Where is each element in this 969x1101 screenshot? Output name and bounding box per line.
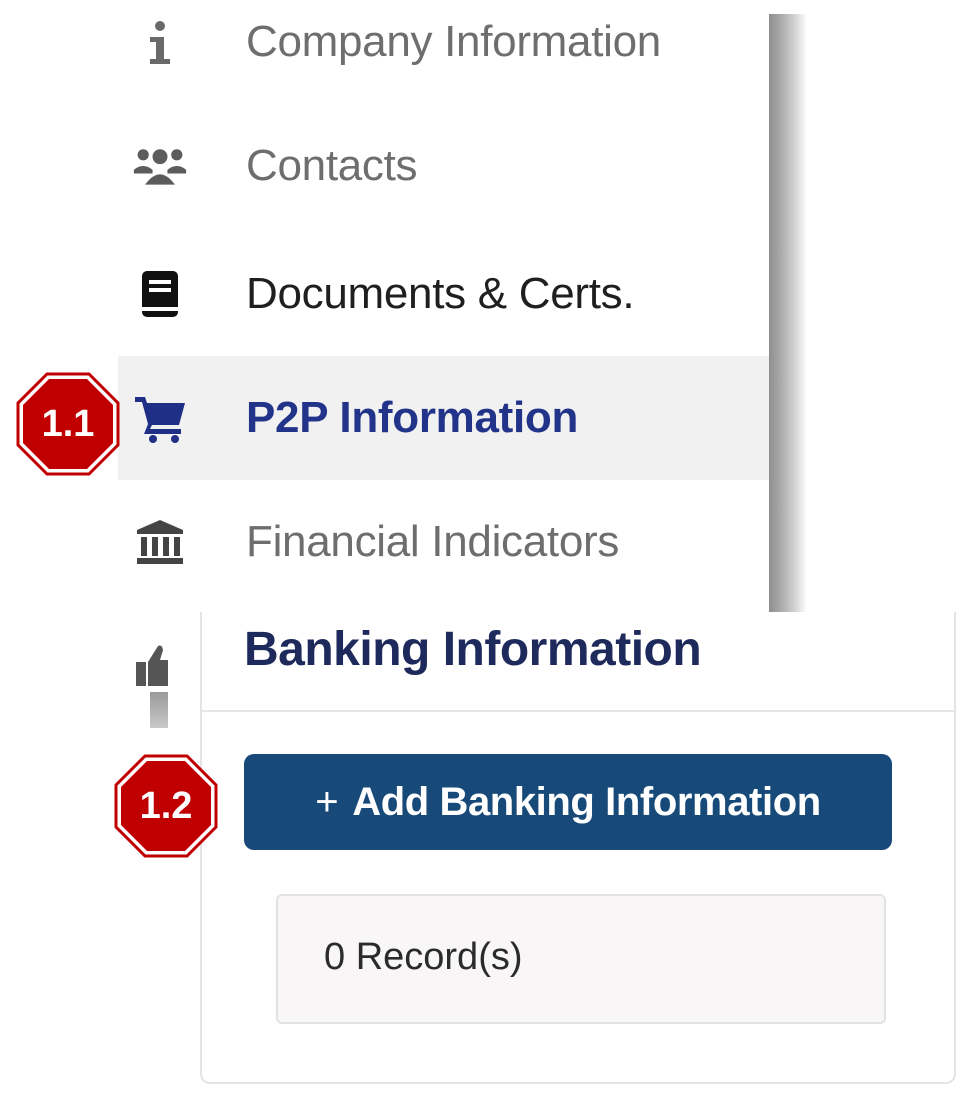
cart-icon — [132, 390, 188, 446]
info-icon — [132, 14, 188, 70]
sidebar-edge-shadow — [769, 14, 807, 612]
plus-icon: + — [315, 779, 339, 824]
add-banking-information-button[interactable]: + Add Banking Information — [244, 754, 892, 850]
panel-title: Banking Information — [244, 623, 702, 676]
book-icon — [132, 266, 188, 322]
records-box: 0 Record(s) — [276, 894, 886, 1024]
sidebar-menu: Company Information Contacts Documents &… — [118, 0, 769, 700]
sidebar-item-label: Financial Indicators — [246, 517, 620, 566]
sidebar-item-documents-certs[interactable]: Documents & Certs. — [118, 232, 769, 356]
sidebar-item-label: Company Information — [246, 17, 661, 66]
sidebar-item-label: Contacts — [246, 141, 418, 190]
sidebar-item-financial-indicators[interactable]: Financial Indicators — [118, 480, 769, 604]
badge-label: 1.1 — [41, 402, 95, 445]
badge-label: 1.2 — [139, 784, 193, 827]
divider — [202, 710, 954, 712]
users-icon — [132, 138, 188, 194]
add-button-label: Add Banking Information — [352, 779, 821, 824]
bank-icon — [132, 514, 188, 570]
step-badge-1-1: 1.1 — [16, 372, 120, 476]
banking-panel: Banking Information + Add Banking Inform… — [168, 612, 969, 1101]
sidebar-edge-shadow — [150, 692, 168, 728]
sidebar-item-p2p-information[interactable]: P2P Information — [118, 356, 769, 480]
thumbs-up-icon — [132, 640, 172, 692]
sidebar-item-label: Documents & Certs. — [246, 269, 635, 318]
record-count: 0 Record(s) — [324, 936, 523, 978]
sidebar-item-label: P2P Information — [246, 393, 579, 442]
sidebar-item-contacts[interactable]: Contacts — [118, 104, 769, 228]
screenshot-stage: Company Information Contacts Documents &… — [0, 0, 969, 1101]
banking-card: Banking Information + Add Banking Inform… — [200, 612, 956, 1084]
step-badge-1-2: 1.2 — [114, 754, 218, 858]
sidebar-item-company-information[interactable]: Company Information — [118, 0, 769, 104]
